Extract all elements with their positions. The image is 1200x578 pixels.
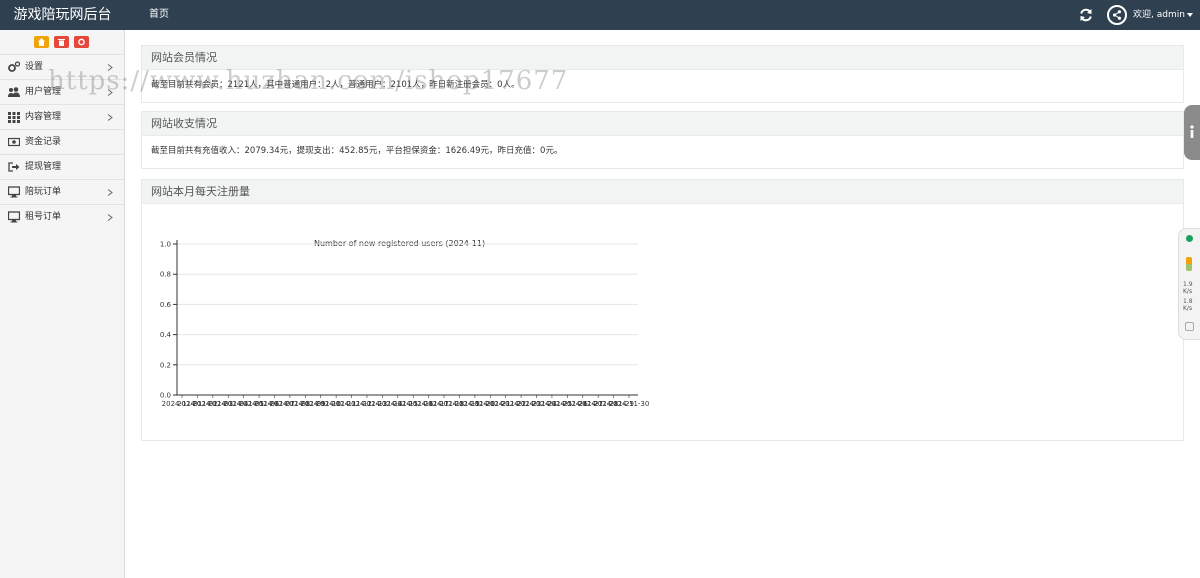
sidebar-item-content[interactable]: 内容管理 [0,104,124,129]
sidebar: 设置 用户管理 内容管理 资金记录 提现管理 陪玩订单 租号订单 [0,30,125,578]
download-speed: 1.8 K/s [1183,298,1193,312]
trash-icon [58,39,65,46]
chevron-right-icon [107,64,113,71]
app-brand[interactable]: 游戏陪玩网后台 [0,0,125,30]
chart-area: Number of new registered users (2024-11)… [142,204,1183,440]
sidebar-item-play-orders[interactable]: 陪玩订单 [0,179,124,204]
members-panel: 网站会员情况 截至目前共有会员：2121人，其中普通用户：2人，普通用户：210… [141,45,1184,103]
upload-speed: 1.9 K/s [1183,281,1193,295]
settings-icon [78,38,85,46]
home-icon [38,38,45,46]
sidebar-item-label: 提现管理 [25,162,62,172]
refresh-icon[interactable] [1078,7,1094,23]
sidebar-shortcuts [0,30,124,54]
panel-title: 网站会员情况 [142,46,1183,70]
chevron-right-icon [107,189,113,196]
registrations-line-chart: 0.00.20.40.60.81.02024-11-012024-11-0220… [160,240,650,408]
home-shortcut-button[interactable] [34,36,49,48]
panel-title: 网站本月每天注册量 [142,180,1183,204]
chevron-right-icon [107,89,113,96]
sidebar-item-settings[interactable]: 设置 [0,54,124,79]
y-tick-label: 0.4 [160,331,172,339]
money-icon [8,137,20,147]
nav-home-link[interactable]: 首页 [149,0,169,30]
desktop-icon [8,186,20,198]
user-greeting: 欢迎, admin [1133,10,1185,20]
desktop-icon [8,211,20,223]
sidebar-item-rental-orders[interactable]: 租号订单 [0,204,124,229]
y-tick-label: 0.8 [160,271,171,279]
registrations-panel: 网站本月每天注册量 Number of new registered users… [141,179,1184,441]
caret-down-icon [1186,12,1193,17]
user-menu[interactable]: 欢迎, admin [1133,0,1193,30]
chevron-right-icon [107,214,113,221]
finance-summary: 截至目前共有充值收入：2079.34元，提现支出：452.85元，平台担保资金：… [151,146,563,156]
trash-shortcut-button[interactable] [54,36,69,48]
x-tick-label: 2024-11-30 [609,400,650,408]
record-icon [1185,322,1194,331]
settings-shortcut-button[interactable] [74,36,89,48]
load-bar [1186,257,1192,271]
panel-title: 网站收支情况 [142,112,1183,136]
chevron-right-icon [107,114,113,121]
sidebar-item-funds[interactable]: 资金记录 [0,129,124,154]
info-side-tab[interactable] [1184,105,1200,160]
info-icon [1190,125,1194,138]
finance-panel: 网站收支情况 截至目前共有充值收入：2079.34元，提现支出：452.85元，… [141,111,1184,169]
y-tick-label: 0.6 [160,301,172,309]
members-summary: 截至目前共有会员：2121人，其中普通用户：2人，普通用户：2101人，昨日新注… [151,80,520,90]
share-avatar-icon[interactable] [1107,5,1127,25]
status-dot [1186,235,1193,242]
y-tick-label: 1.0 [160,241,171,249]
gears-icon [8,61,20,72]
sidebar-item-label: 陪玩订单 [25,187,62,197]
users-icon [8,87,20,97]
sidebar-item-label: 租号订单 [25,212,62,222]
network-monitor-widget[interactable]: 1.9 K/s 1.8 K/s [1178,228,1200,340]
sidebar-item-label: 设置 [25,62,44,72]
sign-out-icon [8,162,20,172]
grid-icon [8,112,20,123]
y-tick-label: 0.0 [160,392,171,400]
sidebar-item-withdrawals[interactable]: 提现管理 [0,154,124,179]
sidebar-item-label: 内容管理 [25,112,62,122]
sidebar-item-users[interactable]: 用户管理 [0,79,124,104]
y-tick-label: 0.2 [160,361,171,369]
sidebar-item-label: 用户管理 [25,87,62,97]
top-navbar: 游戏陪玩网后台 首页 欢迎, admin [0,0,1200,30]
sidebar-item-label: 资金记录 [25,137,62,147]
